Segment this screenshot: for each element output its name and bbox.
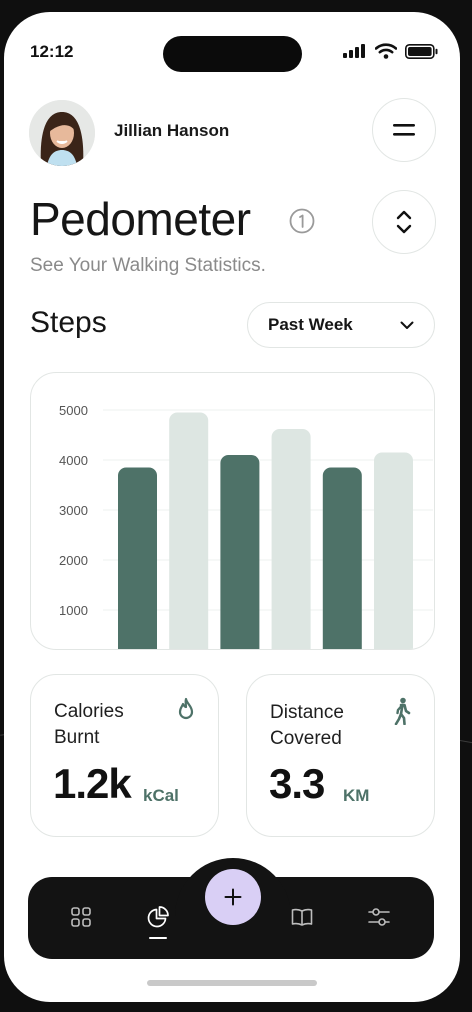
calories-card[interactable]: Calories Burnt 1.2k kCal (30, 674, 219, 837)
user-name: Jillian Hanson (114, 121, 230, 140)
status-icons (343, 43, 438, 59)
chart-bar[interactable] (271, 429, 311, 650)
phone-screen: 12:12 Jillian Hanson Pedometer See Your … (4, 12, 460, 1002)
add-button[interactable] (205, 869, 261, 925)
y-axis-tick-label: 3000 (59, 503, 88, 518)
distance-unit: KM (343, 786, 370, 805)
chart-bar[interactable] (322, 467, 362, 651)
dynamic-island (163, 36, 302, 72)
home-indicator (147, 980, 317, 986)
steps-chart-card: 1000 2000 3000 4000 5000 (30, 372, 435, 650)
tab-dashboard[interactable] (66, 902, 96, 932)
period-dropdown-label: Past Week (268, 315, 353, 334)
pie-chart-icon (147, 906, 169, 928)
flame-icon (178, 697, 194, 720)
y-axis-tick-label: 2000 (59, 553, 88, 568)
book-icon (291, 908, 313, 926)
tab-settings[interactable] (364, 902, 394, 932)
distance-value: 3.3 (269, 760, 325, 807)
status-time: 12:12 (30, 42, 74, 61)
menu-button[interactable] (372, 98, 436, 162)
chevron-down-icon (400, 321, 414, 329)
steps-title: Steps (30, 306, 107, 339)
tab-statistics[interactable] (143, 902, 173, 932)
signal-icon (343, 44, 365, 58)
chart-bar[interactable] (220, 455, 260, 650)
sort-toggle-button[interactable] (372, 190, 436, 254)
calories-value: 1.2k (53, 760, 132, 807)
info-icon[interactable] (289, 208, 315, 234)
grid-icon (71, 907, 91, 927)
chart-bar[interactable] (169, 412, 209, 651)
page-title: Pedometer (30, 193, 251, 245)
plus-icon (224, 888, 242, 906)
distance-card[interactable]: Distance Covered 3.3 KM (246, 674, 435, 837)
tab-journal[interactable] (287, 902, 317, 932)
chart-bar[interactable] (118, 467, 157, 651)
y-axis-tick-label: 4000 (59, 453, 88, 468)
chart-bar[interactable] (374, 452, 413, 651)
distance-label: Distance Covered (270, 702, 344, 749)
menu-icon (393, 124, 415, 136)
calories-unit: kCal (143, 786, 179, 805)
period-dropdown[interactable]: Past Week (247, 302, 435, 348)
y-axis-tick-label: 1000 (59, 603, 88, 618)
battery-icon (405, 43, 438, 59)
wifi-icon (375, 43, 397, 59)
y-axis-tick-label: 5000 (59, 403, 88, 418)
avatar[interactable] (29, 100, 95, 166)
page-subtitle: See Your Walking Statistics. (30, 255, 266, 276)
calories-label: Calories Burnt (54, 701, 124, 748)
sliders-icon (368, 908, 390, 926)
steps-chart: 1000 2000 3000 4000 5000 (59, 403, 433, 651)
chevron-up-down-icon (396, 210, 412, 234)
active-tab-indicator (149, 937, 167, 939)
walking-person-icon (394, 697, 411, 725)
